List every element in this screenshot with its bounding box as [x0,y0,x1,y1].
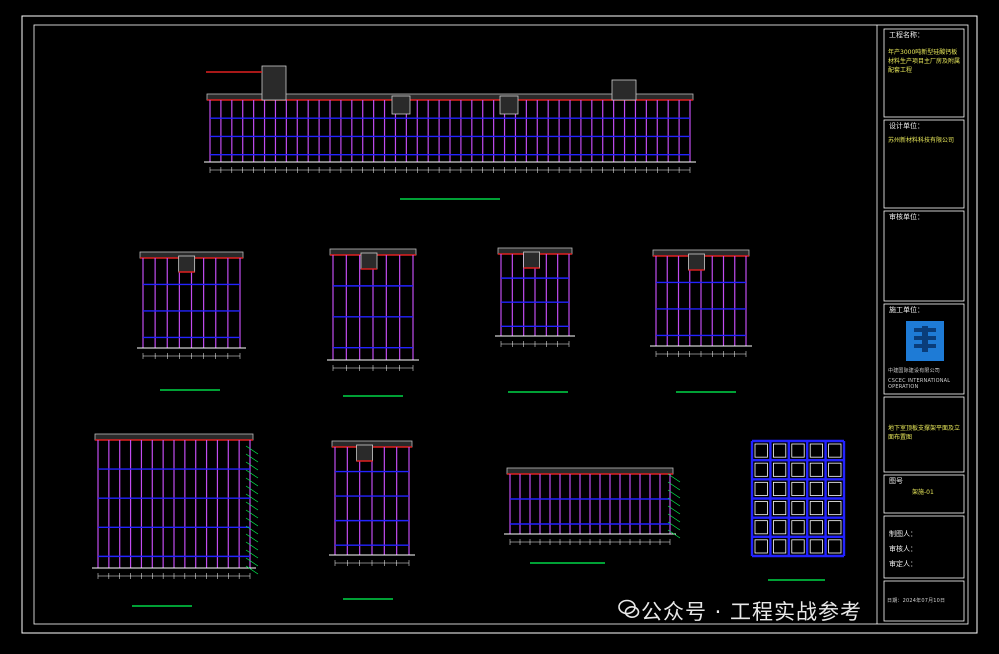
drawing-date: 日期：2024年07月10日 [887,598,946,604]
plan-cell [791,539,805,554]
plan-cell [791,443,805,458]
company-name: 中建国际建设有限公司 [888,368,941,374]
beam [688,253,705,271]
beam [391,95,411,115]
drawing-no-label: 图号 [889,477,903,485]
company-logo [906,321,944,361]
plan-cell [773,520,787,535]
plan-cell [809,539,824,554]
plan-cell [773,501,787,516]
drawing-title: 地下室顶板支撑架平面及立面布置图 [888,425,961,441]
plan-cell [809,443,824,458]
plan-cell [828,443,842,458]
wall-hatch [245,509,259,519]
stair-core [611,79,637,101]
plan-cell [809,501,824,516]
wall-hatch [245,469,259,479]
plan-cell [773,539,787,554]
wall-hatch [245,485,259,495]
wall-hatch [245,541,259,551]
plan-cell [754,539,768,554]
beam [523,251,540,269]
plan-cell [754,501,768,516]
plan-cell [828,520,842,535]
beam [499,95,519,115]
beam [356,444,374,462]
designer-name: 苏州新材料科技有限公司 [888,137,955,144]
plan-cell [828,539,842,554]
plan-cell [828,481,842,496]
beam [360,252,378,270]
watermark-text: 公众号 · 工程实战参考 [641,600,863,624]
plan-cell [773,462,787,477]
plan-cell [773,481,787,496]
wall-hatch [245,445,259,455]
plan-cell [754,481,768,496]
cad-drawing-canvas [21,15,978,634]
plan-cell [791,501,805,516]
plan-cell [791,481,805,496]
slab-fill [94,433,254,441]
plan-cell [773,443,787,458]
plan-cell [791,520,805,535]
wall-hatch [245,533,259,543]
plan-cell [828,462,842,477]
construction-label: 施工单位： [889,306,924,314]
plan-cell [754,520,768,535]
wall-hatch [245,565,259,575]
plan-cell [809,481,824,496]
designer-label: 设计单位： [889,122,924,130]
company-en: CSCEC INTERNATIONAL OPERATION [888,378,951,390]
wall-hatch [245,517,259,527]
project-label: 工程名称： [889,31,924,39]
plan-cell [809,520,824,535]
slab-fill [506,467,674,475]
plan-cell [828,501,842,516]
wall-hatch [245,557,259,567]
stair-core [261,65,287,101]
plan-cell [754,443,768,458]
section-drawings [92,65,846,607]
wechat-logo-icon [618,599,640,618]
plan-cell [791,462,805,477]
outer-frame [21,15,978,634]
review-label: 审核单位： [889,213,924,221]
plan-cell [754,462,768,477]
wall-hatch [245,525,259,535]
wall-hatch [245,501,259,511]
project-name: 年产3000吨新型硅酸钙板材料生产项目主厂房及附属配套工程 [888,49,961,74]
drawn-by: 制图人： [889,530,917,538]
plan-cell [809,462,824,477]
drawing-no: 架施-01 [912,489,934,496]
wall-hatch [245,477,259,487]
beam [178,255,196,273]
checked-by: 审核人： [889,545,917,553]
wall-hatch [245,453,259,463]
approved-by: 审定人： [889,560,917,568]
